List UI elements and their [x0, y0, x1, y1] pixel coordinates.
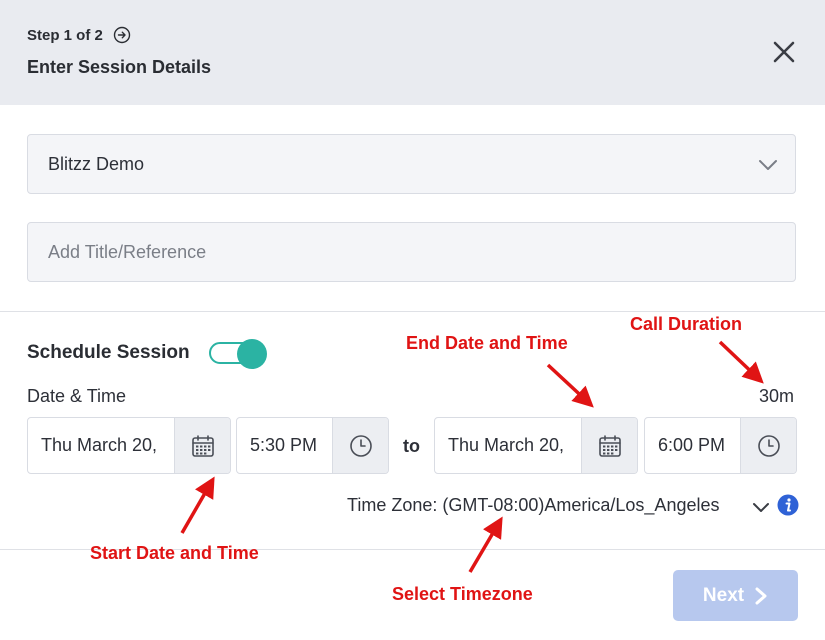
chevron-down-icon[interactable]: [752, 500, 770, 514]
arrow-end-date-time: [546, 363, 594, 408]
annotation-select-timezone: Select Timezone: [392, 584, 533, 604]
timezone-select[interactable]: Time Zone: (GMT-08:00)America/Los_Angele…: [347, 495, 719, 516]
step-text: Step 1 of 2: [27, 26, 103, 44]
calendar-icon: [191, 434, 214, 457]
call-duration-value: 30m: [759, 386, 795, 406]
to-label: to: [403, 436, 420, 456]
start-date-picker[interactable]: Thu March 20,: [27, 417, 231, 474]
close-icon[interactable]: [770, 38, 798, 66]
start-date-value: Thu March 20,: [41, 435, 158, 455]
arrow-start-date-time: [180, 476, 215, 534]
modal-title: Enter Session Details: [27, 57, 212, 77]
account-select-value: Blitzz Demo: [48, 154, 145, 174]
arrow-select-timezone: [468, 516, 503, 573]
modal-header: Step 1 of 2 Enter Session Details: [0, 0, 825, 105]
end-time-value: 6:00 PM: [658, 435, 726, 455]
chevron-down-icon: [759, 160, 777, 170]
info-icon[interactable]: [777, 494, 799, 516]
calendar-icon: [598, 434, 621, 457]
end-date-value: Thu March 20,: [448, 435, 565, 455]
end-time-picker[interactable]: 6:00 PM: [644, 417, 797, 474]
start-time-clock-button[interactable]: [332, 418, 388, 473]
end-time-clock-button[interactable]: [740, 418, 796, 473]
arrow-call-duration: [718, 340, 764, 384]
end-date-picker[interactable]: Thu March 20,: [434, 417, 638, 474]
title-reference-placeholder: Add Title/Reference: [48, 242, 207, 262]
start-date-calendar-button[interactable]: [174, 418, 230, 473]
title-reference-input[interactable]: Add Title/Reference: [27, 222, 796, 282]
clock-icon: [349, 434, 372, 457]
end-date-calendar-button[interactable]: [581, 418, 637, 473]
schedule-session-toggle[interactable]: [209, 339, 267, 369]
toggle-knob: [237, 339, 267, 369]
account-select[interactable]: Blitzz Demo: [27, 134, 796, 194]
next-button[interactable]: Next: [673, 570, 798, 621]
annotation-call-duration: Call Duration: [630, 314, 743, 334]
arrow-circle-right-icon: [113, 26, 131, 44]
start-time-value: 5:30 PM: [250, 435, 318, 455]
annotation-end-date-time: End Date and Time: [406, 333, 568, 353]
chevron-right-icon: [755, 587, 767, 604]
start-time-picker[interactable]: 5:30 PM: [236, 417, 389, 474]
schedule-session-label: Schedule Session: [27, 342, 190, 363]
clock-icon: [757, 434, 780, 457]
annotation-start-date-time: Start Date and Time: [90, 543, 259, 563]
date-time-label: Date & Time: [27, 386, 127, 406]
step-indicator: Step 1 of 2: [27, 26, 131, 44]
section-divider: [0, 311, 825, 312]
next-button-label: Next: [702, 584, 745, 606]
